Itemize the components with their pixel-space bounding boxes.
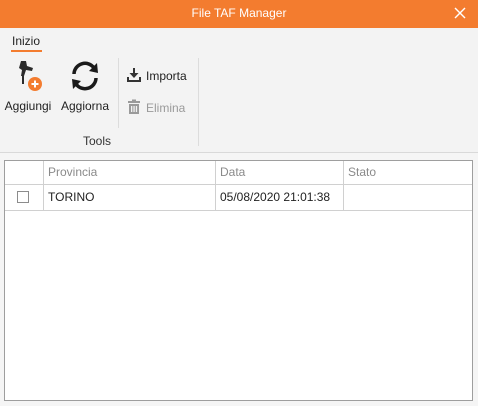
column-header-provincia[interactable]: Provincia [43, 161, 215, 184]
stato-cell [343, 185, 472, 210]
grid-header: Provincia Data Stato [5, 161, 472, 185]
table-row[interactable]: TORINO 05/08/2020 21:01:38 [5, 185, 472, 211]
row-checkbox[interactable] [17, 191, 29, 203]
tab-inizio[interactable]: Inizio [12, 34, 40, 48]
elimina-label: Elimina [146, 101, 186, 115]
refresh-icon [67, 61, 103, 97]
ribbon: Inizio Aggiungi Aggiorna Importa Elimina… [0, 28, 478, 153]
column-header-select[interactable] [5, 161, 43, 184]
ribbon-separator [118, 58, 119, 128]
row-select-cell [5, 185, 43, 210]
provincia-cell: TORINO [43, 185, 215, 210]
importa-button[interactable]: Importa [126, 66, 187, 86]
drill-add-icon [11, 61, 45, 97]
title-bar: File TAF Manager [0, 0, 478, 28]
column-header-stato[interactable]: Stato [343, 161, 472, 184]
tools-group-label: Tools [82, 134, 111, 148]
elimina-button[interactable]: Elimina [126, 98, 185, 118]
column-header-data[interactable]: Data [215, 161, 343, 184]
aggiungi-button[interactable]: Aggiungi [2, 58, 54, 113]
file-grid: Provincia Data Stato TORINO 05/08/2020 2… [4, 160, 473, 401]
data-cell: 05/08/2020 21:01:38 [215, 185, 343, 210]
aggiungi-label: Aggiungi [4, 99, 52, 113]
tab-active-indicator [11, 50, 42, 52]
ribbon-separator [198, 58, 199, 146]
close-icon[interactable] [452, 5, 468, 21]
importa-label: Importa [146, 69, 187, 83]
aggiorna-button[interactable]: Aggiorna [58, 58, 112, 113]
trash-icon [126, 99, 142, 118]
aggiorna-label: Aggiorna [60, 99, 110, 113]
window-title: File TAF Manager [191, 6, 287, 20]
download-icon [126, 67, 142, 86]
